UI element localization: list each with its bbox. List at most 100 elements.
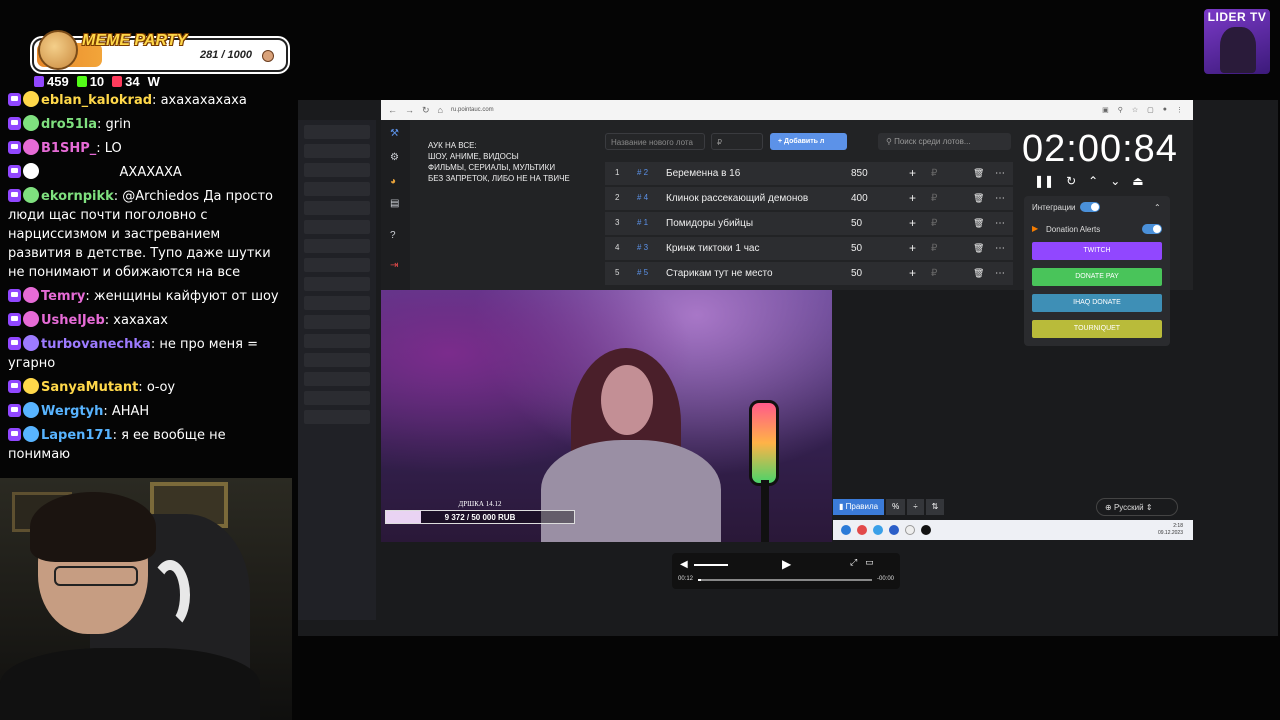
chart-icon[interactable]: ◕	[390, 176, 396, 187]
donation-alerts-toggle[interactable]	[1142, 224, 1162, 234]
logout-icon[interactable]: ⇥	[390, 260, 398, 271]
ihaq-service-button[interactable]: IHAQ DONATE	[1032, 294, 1162, 312]
lot-row[interactable]: 3 # 1 Помидоры убийцы 50 + ₽ 🗑 ⋯	[605, 212, 1013, 235]
reset-icon[interactable]: ↻	[1066, 174, 1076, 188]
chat-username[interactable]: Wergtyh	[41, 404, 103, 419]
chat-text: о-оу	[146, 380, 176, 395]
telegram-icon[interactable]	[873, 525, 883, 535]
chat-username[interactable]: turbovanechka	[41, 337, 151, 352]
profile-icon[interactable]: ●	[1163, 106, 1167, 114]
guest-webcam: ДРШКА 14.12 9 372 / 50 000 RUB	[381, 290, 832, 542]
more-icon[interactable]: ⋯	[995, 193, 1005, 204]
settings-icon[interactable]: ⚙	[390, 152, 399, 163]
home-icon[interactable]: ⌂	[438, 105, 443, 115]
help-icon[interactable]: ?	[390, 230, 396, 241]
lot-amount-input[interactable]: ₽	[711, 133, 763, 150]
chat-username[interactable]: Lapen171	[41, 428, 113, 443]
add-lot-button[interactable]: + Добавить л	[770, 133, 847, 150]
extensions-icon[interactable]: ▢	[1147, 106, 1154, 114]
edge-icon[interactable]	[841, 525, 851, 535]
reload-icon[interactable]: ↻	[422, 105, 430, 116]
streamer-shirt	[0, 648, 260, 720]
translate-icon[interactable]: ▣	[1102, 106, 1109, 114]
seek-bar[interactable]	[698, 579, 872, 581]
trash-icon[interactable]: 🗑	[973, 193, 984, 204]
ruble-icon[interactable]: ₽	[931, 193, 937, 204]
chat-username[interactable]: SanyaMutant	[41, 380, 138, 395]
language-select[interactable]: ⊕ Русский ⇕	[1096, 498, 1178, 516]
lot-amount: 50	[851, 243, 863, 254]
more-icon[interactable]: ⋯	[995, 168, 1005, 179]
plus-icon[interactable]: +	[909, 266, 916, 280]
rules-label: Правила	[845, 502, 879, 511]
pip-icon[interactable]: ▭	[865, 557, 874, 568]
w-icon: W	[147, 74, 160, 89]
integrations-toggle[interactable]	[1080, 202, 1100, 212]
chat-username[interactable]: dro51la	[41, 117, 97, 132]
plus-icon[interactable]: +	[909, 166, 916, 180]
star-icon[interactable]: ☆	[1132, 106, 1138, 114]
ruble-icon[interactable]: ₽	[931, 243, 937, 254]
viewer-stats: 459 10 34 W	[34, 74, 160, 89]
plus-icon[interactable]: +	[909, 241, 916, 255]
rules-button[interactable]: ▮ Правила	[833, 499, 885, 515]
chevron-down-icon[interactable]: ⌄	[1110, 174, 1120, 188]
donation-goal-text: 9 372 / 50 000 RUB	[444, 513, 516, 522]
new-lot-input[interactable]: Название нового лота	[605, 133, 705, 150]
lot-row[interactable]: 1 # 2 Беременна в 16 850 + ₽ 🗑 ⋯	[605, 162, 1013, 185]
forward-icon[interactable]: →	[405, 105, 414, 115]
chevron-up-icon[interactable]: ⌃	[1154, 203, 1161, 212]
chevron-up-icon[interactable]: ⌃	[1088, 174, 1098, 188]
more-icon[interactable]: ⋯	[995, 218, 1005, 229]
more-icon[interactable]: ⋯	[995, 243, 1005, 254]
volume-icon[interactable]: ◀	[680, 559, 688, 570]
integrations-label: Интеграции	[1032, 203, 1076, 212]
tourniquet-service-button[interactable]: TOURNIQUET	[1032, 320, 1162, 338]
chat-username[interactable]: UshelJeb	[41, 313, 105, 328]
doge-icon	[38, 30, 78, 70]
chat-username[interactable]: B1SHP_	[41, 141, 96, 156]
trash-icon[interactable]: 🗑	[973, 168, 984, 179]
double-chevron-up-icon[interactable]: ⏏	[1132, 174, 1143, 188]
plus-icon[interactable]: +	[909, 216, 916, 230]
zoom-icon[interactable]: ⚲	[1118, 106, 1123, 114]
chat-username[interactable]: ekornpikk	[41, 189, 114, 204]
twitch-service-button[interactable]: TWITCH	[1032, 242, 1162, 260]
meme-party-title: MEME PARTY	[82, 32, 188, 49]
trash-icon[interactable]: 🗑	[973, 243, 984, 254]
lot-search-input[interactable]: ⚲ Поиск среди лотов...	[878, 133, 1011, 150]
volume-slider[interactable]	[694, 564, 728, 566]
chat-message: Lapen171: я ее вообще не понимаю	[8, 426, 226, 462]
chat-message: B1SHP_: LO	[0, 136, 292, 160]
hammer-icon[interactable]: ⚒	[390, 128, 399, 139]
back-icon[interactable]: ←	[388, 105, 397, 115]
menu-icon[interactable]: ⋮	[1176, 106, 1183, 114]
more-icon[interactable]: ⋯	[995, 268, 1005, 279]
plus-icon[interactable]: +	[909, 191, 916, 205]
pause-icon[interactable]: ❚❚	[1034, 174, 1054, 188]
history-icon[interactable]: ▤	[390, 198, 399, 209]
address-bar[interactable]: ru.pointauc.com	[451, 107, 494, 113]
donatepay-service-button[interactable]: DONATE PAY	[1032, 268, 1162, 286]
ruble-icon[interactable]: ₽	[931, 168, 937, 179]
trash-icon[interactable]: 🗑	[973, 268, 984, 279]
chat-username[interactable]: Temry	[41, 289, 85, 304]
lot-row[interactable]: 2 # 4 Клинок рассекающий демонов 400 + ₽ 🗑 ⋯	[605, 187, 1013, 210]
chrome-icon[interactable]	[857, 525, 867, 535]
app-icon[interactable]	[905, 525, 915, 535]
fullscreen-icon[interactable]: ⤢	[850, 557, 857, 568]
chat-username[interactable]: eblan_kalokrad	[41, 93, 152, 108]
ruble-icon[interactable]: ₽	[931, 268, 937, 279]
play-icon[interactable]: ▶	[782, 557, 791, 571]
ruble-icon[interactable]: ₽	[931, 218, 937, 229]
obs-icon[interactable]	[921, 525, 931, 535]
lot-row[interactable]: 5 # 5 Старикам тут не место 50 + ₽ 🗑 ⋯	[605, 262, 1013, 285]
split-icon[interactable]: ÷	[907, 499, 924, 515]
lot-row[interactable]: 4 # 3 Кринж тиктоки 1 час 50 + ₽ 🗑 ⋯	[605, 237, 1013, 260]
trash-icon[interactable]: 🗑	[973, 218, 984, 229]
lider-tv-logo: LIDER TV	[1204, 9, 1270, 74]
lot-list: 1 # 2 Беременна в 16 850 + ₽ 🗑 ⋯ 2 # 4 Клинок расс…	[605, 162, 1013, 287]
sort-icon[interactable]: ⇅	[925, 499, 945, 515]
percent-icon[interactable]: %	[886, 499, 906, 515]
shield-icon[interactable]	[889, 525, 899, 535]
